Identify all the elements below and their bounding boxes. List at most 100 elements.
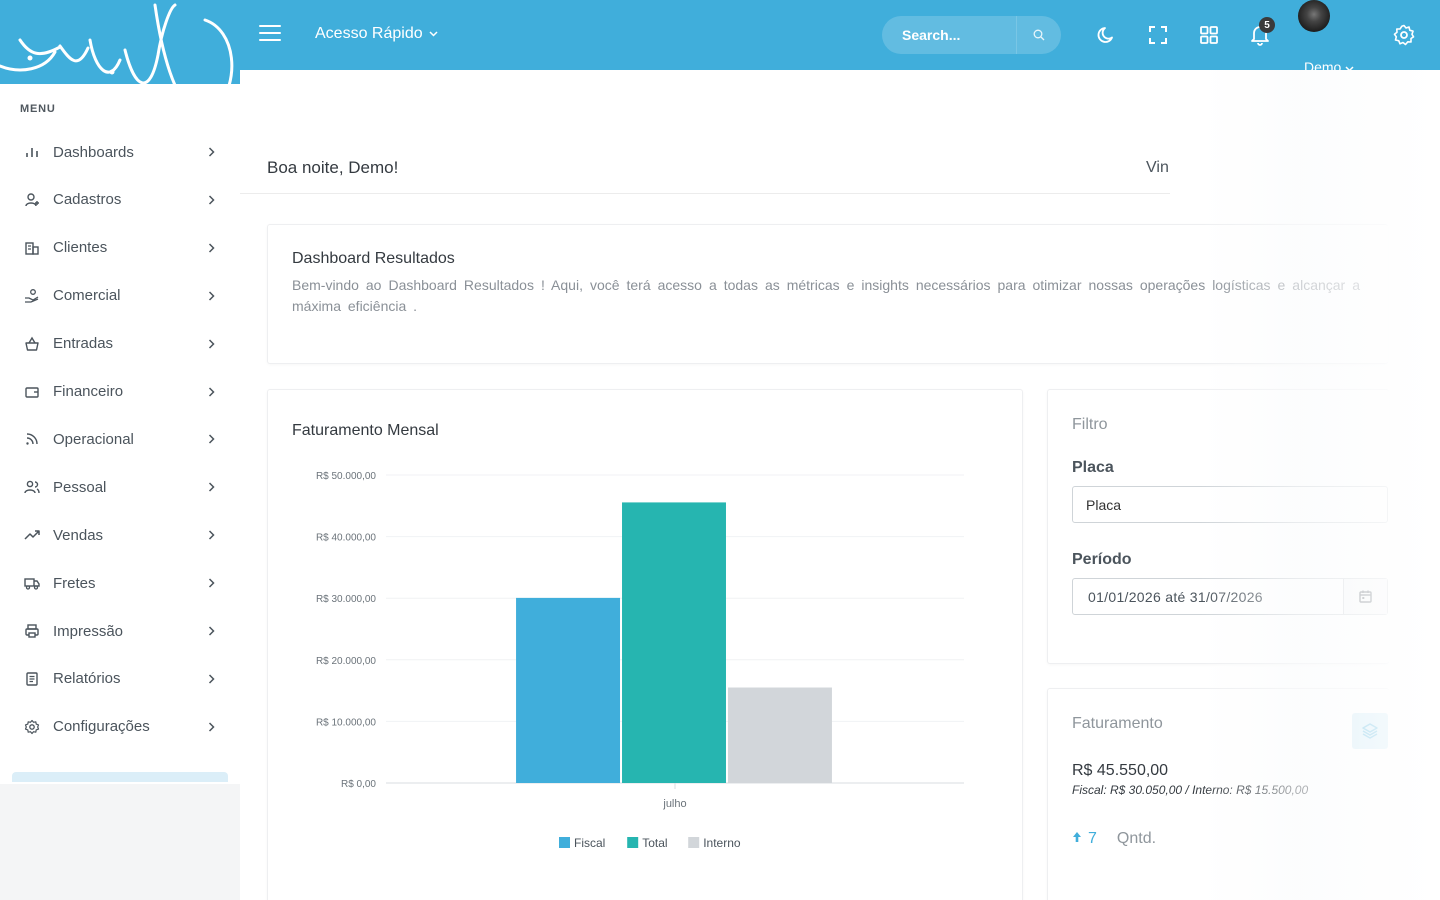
fullscreen-icon[interactable] xyxy=(1147,24,1169,46)
greeting-bar: Boa noite, Demo! Vin xyxy=(240,142,1170,194)
legend-label-total: Total xyxy=(642,836,667,850)
chevron-right-icon xyxy=(206,530,216,540)
y-tick-label: R$ 0,00 xyxy=(341,779,376,790)
sidebar-item-fretes[interactable]: Fretes xyxy=(0,563,240,603)
y-tick-label: R$ 30.000,00 xyxy=(316,594,376,605)
rss-icon xyxy=(24,431,40,447)
main-content: Boa noite, Demo! Vin Dashboard Resultado… xyxy=(240,70,1440,900)
bar-chart-icon xyxy=(24,144,40,160)
y-tick-label: R$ 20.000,00 xyxy=(316,656,376,667)
search-input[interactable] xyxy=(882,27,1016,43)
hamburger-menu-icon[interactable] xyxy=(259,25,281,43)
chevron-right-icon xyxy=(206,386,216,397)
sidebar-item-pessoal[interactable]: Pessoal xyxy=(0,467,240,507)
apps-grid-icon[interactable] xyxy=(1198,24,1220,46)
y-tick-label: R$ 40.000,00 xyxy=(316,533,376,544)
sidebar-item-impressao[interactable]: Impressão xyxy=(0,611,240,651)
building-icon xyxy=(24,240,40,256)
layers-icon[interactable] xyxy=(1352,713,1388,749)
sidebar-item-operacional[interactable]: Operacional xyxy=(0,419,240,459)
sidebar-item-label: Fretes xyxy=(53,574,96,592)
sidebar-item-label: Pessoal xyxy=(53,478,107,496)
sidebar-item-label: Relatórios xyxy=(53,670,121,688)
hand-coins-icon xyxy=(24,288,40,304)
chevron-right-icon xyxy=(206,339,216,349)
chevron-right-icon xyxy=(206,482,216,492)
y-tick-label: R$ 10.000,00 xyxy=(316,717,376,728)
sidebar-item-cadastros[interactable]: Cadastros xyxy=(0,180,240,220)
sidebar-item-dashboards[interactable]: Dashboards xyxy=(0,132,240,172)
placa-input[interactable]: Placa xyxy=(1072,486,1388,523)
topbar: Acesso Rápido 5 Demo xyxy=(240,0,1440,75)
sidebar-item-label: Configurações xyxy=(53,718,150,736)
sidebar-item-configuracoes[interactable]: Configurações xyxy=(0,707,240,747)
report-icon xyxy=(24,671,40,687)
sidebar-item-label: Entradas xyxy=(53,335,114,353)
quick-access-dropdown[interactable]: Acesso Rápido xyxy=(315,25,438,43)
legend-swatch-total xyxy=(627,837,639,848)
basket-icon xyxy=(24,336,40,352)
bar-total xyxy=(622,502,726,783)
chart-card: Faturamento Mensal R$ 50.000,00 R$ 40.000… xyxy=(267,389,1023,900)
filter-card: Filtro Placa Placa Período 01/01/2026 at… xyxy=(1047,389,1389,664)
legend-swatch-fiscal xyxy=(559,837,570,848)
printer-icon xyxy=(24,623,40,639)
notification-badge: 5 xyxy=(1259,17,1275,33)
intro-title: Dashboard Resultados xyxy=(292,250,455,267)
quantity-row: 7 Qntd. xyxy=(1072,830,1156,848)
chevron-right-icon xyxy=(206,578,216,588)
filter-title: Filtro xyxy=(1072,416,1108,433)
chevron-down-icon xyxy=(429,29,438,40)
chevron-right-icon xyxy=(206,434,216,444)
quantity-value: 7 xyxy=(1088,830,1097,847)
user-plus-icon xyxy=(24,192,40,208)
sidebar: MENU Dashboards Cadastros Clientes Comercia… xyxy=(0,0,240,900)
legend-label-interno: Interno xyxy=(703,836,741,850)
faturamento-amount: R$ 45.550,00 xyxy=(1072,762,1169,779)
greeting: Boa noite, Demo! xyxy=(267,158,399,177)
wallet-icon xyxy=(24,384,40,400)
bar-interno xyxy=(727,687,832,783)
sidebar-item-entradas[interactable]: Entradas xyxy=(0,324,240,364)
chevron-right-icon xyxy=(206,722,216,732)
x-tick-label: julho xyxy=(662,798,686,810)
settings-icon xyxy=(24,719,40,735)
calendar-icon[interactable] xyxy=(1343,579,1387,614)
revenue-bar-chart: R$ 50.000,00 R$ 40.000,00 R$ 30.000,00 R$ 2… xyxy=(316,471,964,850)
moon-icon[interactable] xyxy=(1096,24,1118,46)
quantity-label: Qntd. xyxy=(1116,830,1157,847)
chevron-right-icon xyxy=(206,674,216,684)
search-box xyxy=(882,16,1061,54)
legend-swatch-interno xyxy=(688,837,700,848)
chevron-right-icon xyxy=(206,291,216,301)
arrow-up-icon xyxy=(1072,830,1082,848)
faturamento-card: Faturamento R$ 45.550,00 Fiscal: R$ 30.0… xyxy=(1047,688,1389,900)
intro-description: Bem-vindo ao Dashboard Resultados ! Aqui… xyxy=(292,277,1360,314)
sidebar-item-relatorios[interactable]: Relatórios xyxy=(0,659,240,699)
periodo-input[interactable]: 01/01/2026 até 31/07/2026 xyxy=(1073,579,1343,614)
avatar[interactable] xyxy=(1298,0,1330,32)
search-icon[interactable] xyxy=(1016,16,1061,54)
sidebar-item-label: Vendas xyxy=(53,526,104,544)
gear-icon[interactable] xyxy=(1393,24,1415,46)
faturamento-title: Faturamento xyxy=(1072,715,1163,732)
sidebar-item-label: Cadastros xyxy=(53,191,122,209)
quick-access-label: Acesso Rápido xyxy=(315,25,423,42)
sidebar-item-label: Clientes xyxy=(53,239,108,257)
chevron-right-icon xyxy=(206,147,216,157)
users-icon xyxy=(24,479,40,495)
menu-title: MENU xyxy=(20,103,56,115)
sidebar-bottom-tab[interactable] xyxy=(12,772,228,782)
bar-fiscal xyxy=(516,597,621,783)
truck-icon xyxy=(24,575,40,591)
sidebar-item-clientes[interactable]: Clientes xyxy=(0,228,240,268)
sidebar-item-vendas[interactable]: Vendas xyxy=(0,515,240,555)
y-tick-label: R$ 50.000,00 xyxy=(316,471,376,482)
sidebar-item-financeiro[interactable]: Financeiro xyxy=(0,372,240,412)
sidebar-item-label: Operacional xyxy=(53,430,134,448)
periodo-field: 01/01/2026 até 31/07/2026 xyxy=(1072,578,1388,615)
sidebar-item-label: Impressão xyxy=(53,622,124,640)
sidebar-item-label: Financeiro xyxy=(53,383,124,400)
sidebar-item-comercial[interactable]: Comercial xyxy=(0,276,240,316)
periodo-label: Período xyxy=(1072,551,1132,568)
